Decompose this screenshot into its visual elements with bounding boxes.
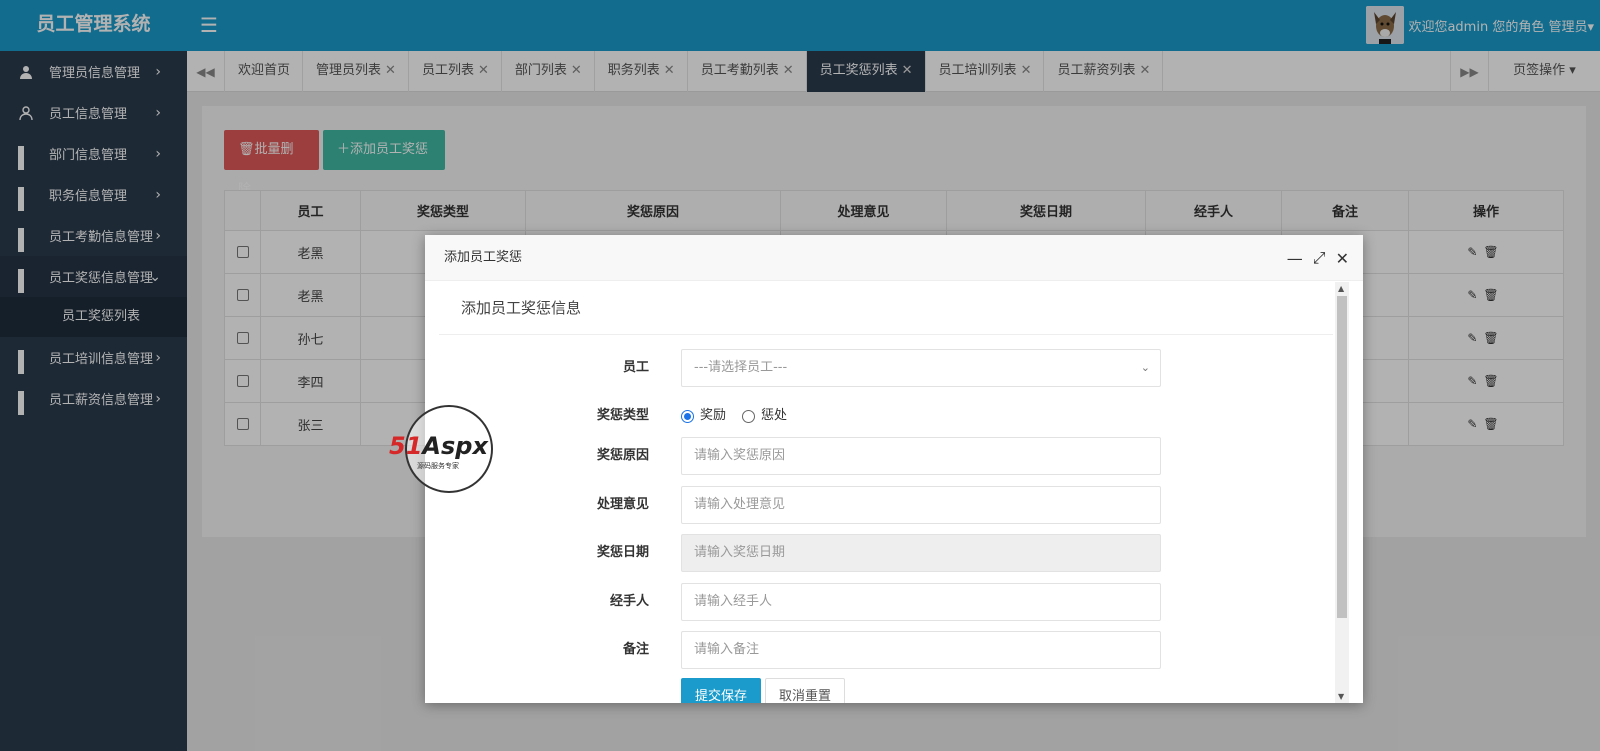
handler-row: 经手人 请输入经手人	[439, 583, 1333, 621]
scroll-thumb[interactable]	[1337, 296, 1347, 618]
employee-select[interactable]: ---请选择员工--- ⌄	[681, 349, 1161, 387]
close-icon[interactable]: ✕	[1336, 249, 1349, 268]
watermark-logo: 51Aspx 源码服务专家	[389, 404, 514, 494]
remark-input[interactable]: 请输入备注	[681, 631, 1161, 669]
type-radio-group: 奖励 惩处	[681, 397, 787, 435]
scroll-down-icon[interactable]: ▼	[1338, 692, 1344, 701]
watermark-brand: 51Aspx	[389, 432, 489, 460]
type-row: 奖惩类型 奖励 惩处	[439, 397, 1333, 435]
remark-row: 备注 请输入备注	[439, 631, 1333, 669]
employee-row: 员工 ---请选择员工--- ⌄	[439, 349, 1333, 387]
reason-row: 奖惩原因 请输入奖惩原因	[439, 437, 1333, 475]
modal-scrollbar[interactable]: ▲ ▼	[1335, 282, 1349, 703]
type-label: 奖惩类型	[596, 408, 649, 423]
remark-label: 备注	[622, 642, 649, 657]
maximize-icon[interactable]: ⤢	[1313, 248, 1326, 268]
reason-label: 奖惩原因	[596, 448, 649, 463]
scroll-up-icon[interactable]: ▲	[1338, 284, 1344, 293]
chevron-down-icon: ⌄	[1140, 361, 1150, 374]
radio-reward[interactable]	[681, 409, 694, 423]
date-label: 奖惩日期	[596, 545, 649, 560]
minimize-icon[interactable]: —	[1287, 249, 1303, 268]
employee-select-value: ---请选择员工---	[694, 360, 788, 375]
watermark-tagline: 源码服务专家	[417, 461, 459, 470]
add-reward-modal: 添加员工奖惩 — ⤢ ✕ 添加员工奖惩信息 员工 ---请选择员工--- ⌄ 奖…	[425, 235, 1363, 703]
modal-controls: — ⤢ ✕	[1287, 235, 1349, 281]
handler-input[interactable]: 请输入经手人	[681, 583, 1161, 621]
date-row: 奖惩日期 请输入奖惩日期	[439, 534, 1333, 572]
handler-label: 经手人	[609, 594, 649, 609]
opinion-label: 处理意见	[596, 497, 649, 512]
employee-label: 员工	[622, 360, 649, 375]
submit-button[interactable]: 提交保存	[681, 678, 761, 703]
opinion-input[interactable]: 请输入处理意见	[681, 486, 1161, 524]
modal-body: 添加员工奖惩信息 员工 ---请选择员工--- ⌄ 奖惩类型 奖励 惩处 奖惩原…	[439, 282, 1333, 703]
reason-input[interactable]: 请输入奖惩原因	[681, 437, 1161, 475]
reset-button[interactable]: 取消重置	[765, 678, 845, 703]
radio-punish[interactable]	[742, 409, 756, 423]
radio-reward-label: 奖励	[700, 408, 727, 423]
radio-punish-label: 惩处	[761, 408, 788, 423]
opinion-row: 处理意见 请输入处理意见	[439, 486, 1333, 524]
modal-title: 添加员工奖惩	[425, 235, 1363, 281]
form-title: 添加员工奖惩信息	[439, 282, 1333, 335]
date-input[interactable]: 请输入奖惩日期	[681, 534, 1161, 572]
